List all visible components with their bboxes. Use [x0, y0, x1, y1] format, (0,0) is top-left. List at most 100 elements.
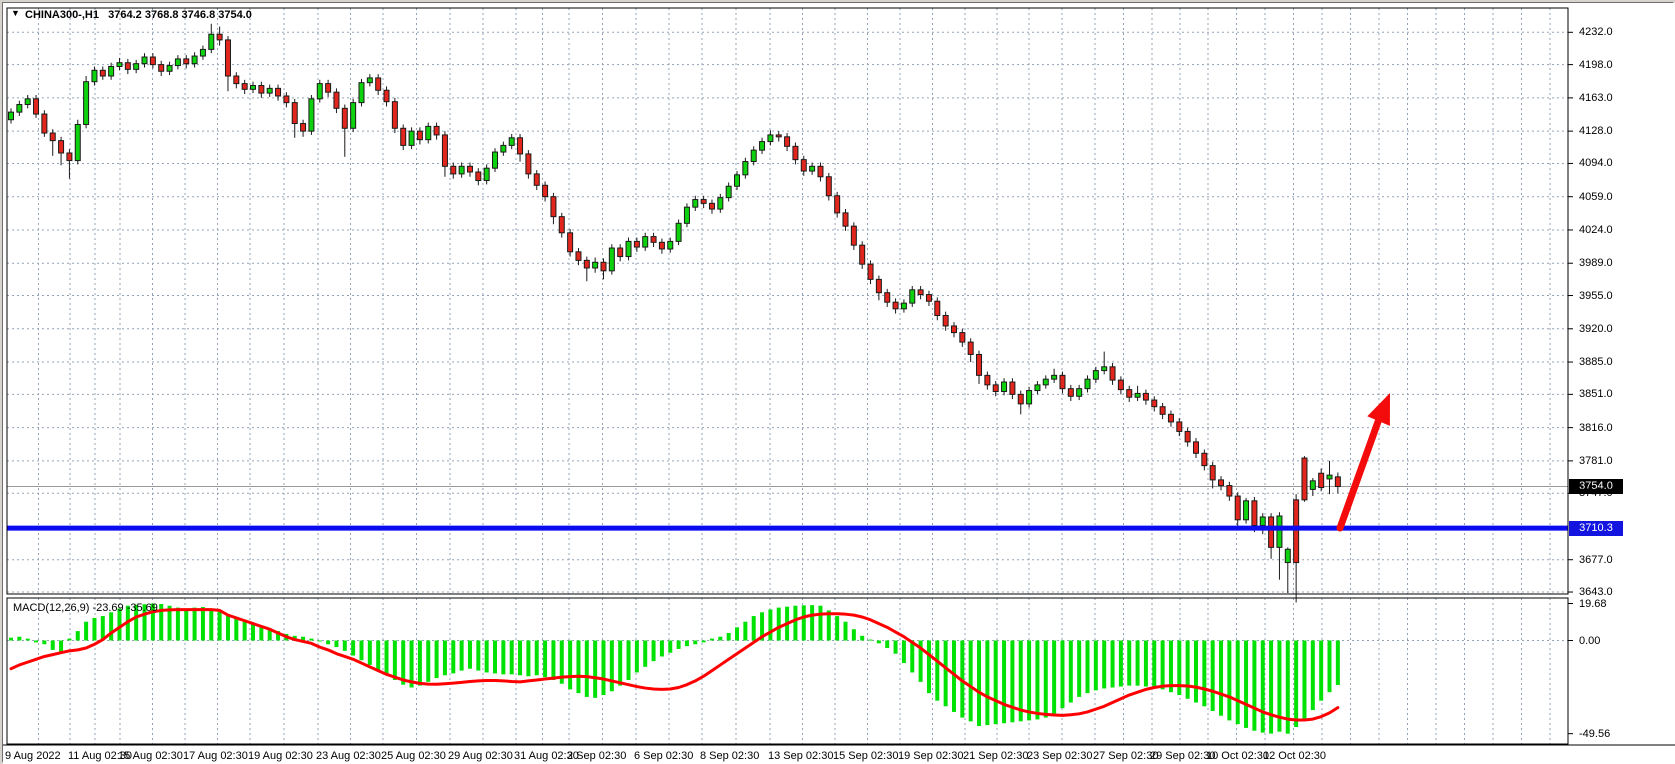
macd-bar: [443, 641, 447, 676]
chart-canvas[interactable]: [3, 3, 1675, 764]
candle-bull: [9, 112, 14, 120]
candle-bull: [1285, 549, 1290, 562]
macd-bar: [677, 641, 681, 649]
macd-bar: [1102, 641, 1106, 689]
candle-bear: [526, 154, 531, 174]
candle-bear: [893, 302, 898, 309]
macd-bar: [42, 641, 46, 645]
price-tick-label: 3989.0: [1579, 258, 1613, 269]
candle-bull: [84, 82, 89, 125]
candle-bull: [593, 262, 598, 268]
candle-bull: [668, 241, 673, 249]
macd-bar: [743, 622, 747, 641]
macd-bar: [184, 610, 188, 640]
candle-bull: [810, 166, 815, 171]
candle-bull: [1085, 379, 1090, 389]
macd-bar: [1294, 641, 1298, 727]
macd-bar: [1211, 641, 1215, 712]
chevron-down-icon[interactable]: ▼: [11, 8, 20, 18]
candle-bull: [1043, 379, 1048, 385]
candle-bull: [109, 67, 114, 77]
candle-bull: [1077, 389, 1082, 397]
macd-bar: [9, 638, 13, 641]
candle-bull: [684, 207, 689, 223]
candle-bear: [217, 34, 222, 40]
candle-bull: [17, 105, 22, 113]
macd-bar: [1027, 641, 1031, 721]
macd-bar: [793, 606, 797, 641]
candle-bull: [359, 83, 364, 103]
time-tick-label: 15 Sep 02:30: [833, 751, 898, 762]
macd-bar: [969, 641, 973, 722]
macd-bar: [1161, 641, 1165, 690]
macd-bar: [902, 641, 906, 664]
time-tick-label: 21 Sep 02:30: [963, 751, 1028, 762]
time-tick-label: 23 Sep 02:30: [1027, 751, 1092, 762]
time-tick-label: 29 Aug 02:30: [448, 751, 513, 762]
candle-bear: [1302, 458, 1307, 500]
macd-bar: [1035, 641, 1039, 720]
ohlc-readout: 3764.2 3768.8 3746.8 3754.0: [108, 9, 252, 21]
candle-bear: [1193, 442, 1198, 453]
candle-bear: [776, 135, 781, 137]
macd-bar: [368, 641, 372, 665]
candle-bear: [384, 90, 389, 101]
chart-background: [3, 3, 1675, 764]
candle-bull: [1052, 375, 1057, 379]
chart-window[interactable]: ▼ CHINA300-,H1 3764.2 3768.8 3746.8 3754…: [0, 0, 1675, 764]
macd-bar: [318, 641, 322, 642]
candle-bull: [726, 186, 731, 197]
candle-bull: [367, 78, 372, 83]
macd-bar: [593, 641, 597, 698]
candle-bear: [868, 264, 873, 279]
candle-bull: [459, 166, 464, 174]
macd-bar: [460, 641, 464, 671]
macd-bar: [1152, 641, 1156, 688]
macd-bar: [1119, 641, 1123, 687]
price-tick-label: 3920.0: [1579, 324, 1613, 335]
candle-bear: [960, 333, 965, 343]
macd-bar: [1086, 641, 1090, 694]
price-tick-label: 4094.0: [1579, 158, 1613, 169]
macd-bar: [1144, 641, 1148, 687]
candle-bull: [910, 290, 915, 303]
macd-bar: [518, 641, 522, 676]
candle-bear: [276, 88, 281, 96]
candle-bear: [659, 242, 664, 249]
candle-bull: [409, 131, 414, 145]
candle-bear: [234, 76, 239, 84]
price-tick-label: 3885.0: [1579, 357, 1613, 368]
macd-bar: [668, 641, 672, 653]
candle-bear: [1110, 367, 1115, 380]
macd-bar: [635, 641, 639, 673]
macd-bar: [1302, 641, 1306, 720]
macd-indicator-label: MACD(12,26,9) -23.69 -35.69: [13, 602, 158, 614]
candle-bear: [584, 260, 589, 268]
macd-bar: [1269, 641, 1273, 734]
macd-bar: [1052, 641, 1056, 714]
candle-bull: [751, 150, 756, 161]
time-tick-label: 25 Aug 02:30: [381, 751, 446, 762]
candle-bear: [843, 213, 848, 226]
candle-bear: [417, 131, 422, 140]
candle-bear: [225, 40, 230, 76]
candle-bull: [676, 223, 681, 241]
candle-bull: [768, 135, 773, 142]
candle-bull: [693, 200, 698, 208]
macd-bar: [193, 608, 197, 641]
macd-bar: [910, 641, 914, 673]
candle-bear: [518, 138, 523, 154]
candle-bull: [1093, 371, 1098, 380]
candle-bear: [392, 102, 397, 129]
price-tick-label: 3816.0: [1579, 423, 1613, 434]
candle-bear: [1068, 389, 1073, 397]
candle-bear: [1160, 407, 1165, 415]
candle-bear: [551, 197, 556, 217]
candle-bear: [242, 84, 247, 90]
time-tick-label: 6 Sep 02:30: [634, 751, 693, 762]
macd-bar: [1010, 641, 1014, 723]
candle-bear: [801, 160, 806, 171]
candle-bull: [493, 152, 498, 168]
macd-bar: [894, 641, 898, 654]
candle-bear: [835, 196, 840, 213]
